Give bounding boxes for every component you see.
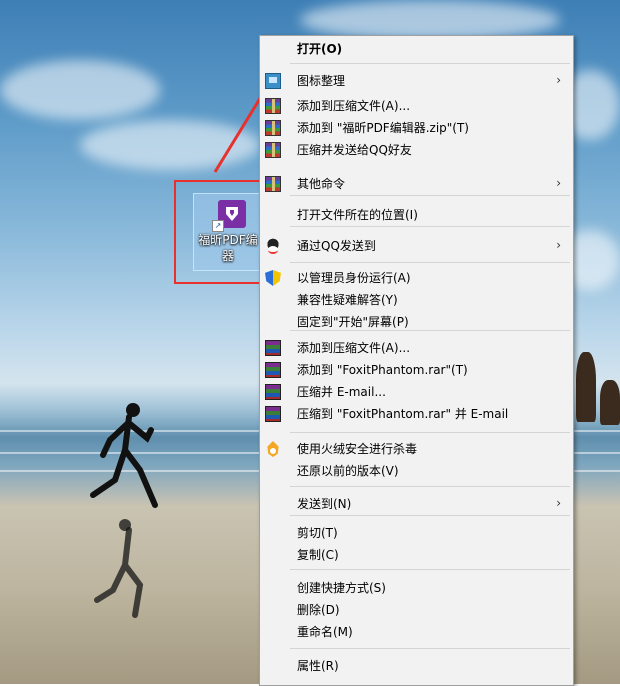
monitor-icon	[265, 73, 281, 89]
menu-item-icon-organize[interactable]: 图标整理 ›	[260, 70, 573, 92]
menu-item-cut[interactable]: 剪切(T)	[260, 522, 573, 544]
winrar-icon	[265, 120, 281, 136]
menu-item-restore[interactable]: 还原以前的版本(V)	[260, 460, 573, 482]
menu-item-compress-rar-email[interactable]: 压缩到 "FoxitPhantom.rar" 并 E-mail	[260, 403, 573, 425]
winrar-stack-icon	[265, 384, 281, 400]
menu-item-add-archive-1[interactable]: 添加到压缩文件(A)...	[260, 95, 573, 117]
winrar-icon	[265, 176, 281, 192]
chevron-right-icon: ›	[556, 496, 561, 510]
winrar-icon	[265, 98, 281, 114]
chevron-right-icon: ›	[556, 176, 561, 190]
menu-separator	[290, 226, 570, 227]
menu-item-pin-start[interactable]: 固定到"开始"屏幕(P)	[260, 311, 573, 333]
winrar-stack-icon	[265, 406, 281, 422]
menu-item-label: 固定到"开始"屏幕(P)	[297, 315, 409, 329]
menu-separator	[290, 63, 570, 64]
menu-item-label: 图标整理	[297, 74, 346, 88]
menu-separator	[290, 432, 570, 433]
menu-item-huorong[interactable]: 使用火绒安全进行杀毒	[260, 438, 573, 460]
menu-item-label: 还原以前的版本(V)	[297, 464, 399, 478]
menu-item-label: 其他命令	[297, 177, 346, 191]
menu-separator	[290, 195, 570, 196]
menu-item-label: 通过QQ发送到	[297, 239, 376, 253]
menu-item-create-shortcut[interactable]: 创建快捷方式(S)	[260, 577, 573, 599]
sea-rock	[576, 352, 596, 422]
menu-item-label: 压缩到 "FoxitPhantom.rar" 并 E-mail	[297, 407, 509, 421]
menu-item-label: 压缩并发送给QQ好友	[297, 143, 412, 157]
menu-separator	[290, 486, 570, 487]
menu-item-compress-qq[interactable]: 压缩并发送给QQ好友	[260, 139, 573, 161]
menu-item-label: 以管理员身份运行(A)	[297, 271, 411, 285]
menu-separator	[290, 648, 570, 649]
menu-item-label: 兼容性疑难解答(Y)	[297, 293, 398, 307]
winrar-stack-icon	[265, 340, 281, 356]
menu-item-rename[interactable]: 重命名(M)	[260, 621, 573, 643]
menu-item-label: 发送到(N)	[297, 497, 352, 511]
menu-separator	[290, 569, 570, 570]
menu-item-label: 添加到压缩文件(A)...	[297, 341, 411, 355]
annotation-highlight-box	[174, 180, 267, 284]
sea-rock	[600, 380, 620, 425]
menu-item-label: 复制(C)	[297, 548, 339, 562]
menu-item-copy[interactable]: 复制(C)	[260, 544, 573, 566]
menu-item-label: 剪切(T)	[297, 526, 338, 540]
menu-item-label: 压缩并 E-mail...	[297, 385, 386, 399]
chevron-right-icon: ›	[556, 73, 561, 87]
menu-item-delete[interactable]: 删除(D)	[260, 599, 573, 621]
menu-item-label: 打开文件所在的位置(I)	[297, 208, 418, 222]
menu-item-compress-email[interactable]: 压缩并 E-mail...	[260, 381, 573, 403]
winrar-stack-icon	[265, 362, 281, 378]
shield-icon	[265, 270, 281, 286]
menu-item-label: 创建快捷方式(S)	[297, 581, 386, 595]
cloud	[0, 60, 160, 120]
menu-item-label: 添加到 "FoxitPhantom.rar"(T)	[297, 363, 468, 377]
menu-item-send-to[interactable]: 发送到(N) ›	[260, 493, 573, 515]
cloud	[80, 120, 260, 170]
winrar-icon	[265, 142, 281, 158]
menu-item-add-archive-2[interactable]: 添加到压缩文件(A)...	[260, 337, 573, 359]
menu-item-label: 重命名(M)	[297, 625, 353, 639]
runner-figure	[90, 403, 158, 618]
cloud	[300, 0, 560, 40]
chevron-right-icon: ›	[556, 238, 561, 252]
menu-item-other-commands[interactable]: 其他命令 ›	[260, 173, 573, 195]
menu-item-add-zip[interactable]: 添加到 "福昕PDF编辑器.zip"(T)	[260, 117, 573, 139]
menu-item-add-rar[interactable]: 添加到 "FoxitPhantom.rar"(T)	[260, 359, 573, 381]
qq-icon	[265, 238, 281, 254]
menu-item-send-qq[interactable]: 通过QQ发送到 ›	[260, 235, 573, 257]
menu-item-run-admin[interactable]: 以管理员身份运行(A)	[260, 267, 573, 289]
menu-item-label: 属性(R)	[297, 659, 339, 673]
huorong-icon	[267, 441, 279, 457]
menu-item-open[interactable]: 打开(O)	[260, 38, 573, 60]
menu-item-label: 添加到 "福昕PDF编辑器.zip"(T)	[297, 121, 469, 135]
menu-separator	[290, 262, 570, 263]
menu-item-open-location[interactable]: 打开文件所在的位置(I)	[260, 204, 573, 226]
menu-item-label: 添加到压缩文件(A)...	[297, 99, 411, 113]
context-menu: 打开(O) 图标整理 › 添加到压缩文件(A)... 添加到 "福昕PDF编辑器.zip…	[259, 35, 574, 686]
menu-item-label: 删除(D)	[297, 603, 340, 617]
menu-item-label: 使用火绒安全进行杀毒	[297, 442, 418, 456]
menu-item-compat[interactable]: 兼容性疑难解答(Y)	[260, 289, 573, 311]
menu-item-label: 打开(O)	[297, 42, 343, 56]
menu-separator	[290, 515, 570, 516]
menu-item-properties[interactable]: 属性(R)	[260, 655, 573, 677]
